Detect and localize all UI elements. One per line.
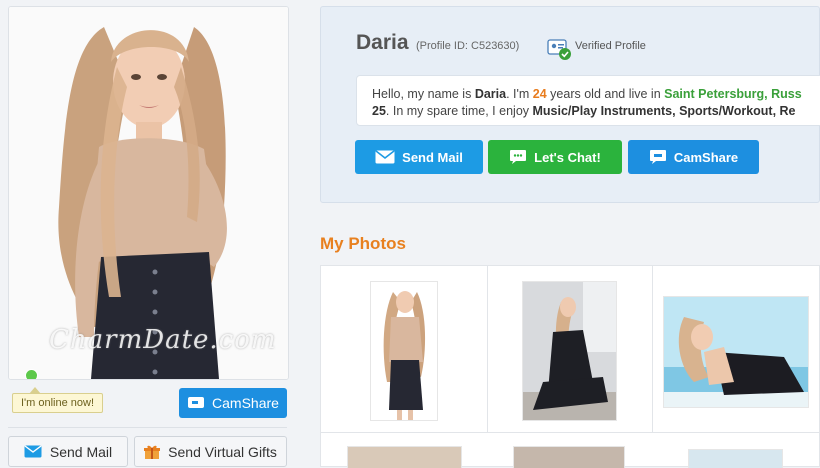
photo-3-image — [664, 297, 808, 407]
mail-icon — [24, 445, 42, 458]
online-indicator-icon — [25, 369, 38, 379]
online-status-tooltip: I'm online now! — [12, 387, 104, 413]
verified-profile-label: Verified Profile — [575, 40, 646, 52]
photo-thumbnail[interactable] — [370, 281, 438, 421]
camshare-label: CamShare — [673, 149, 739, 165]
profile-name: Daria — [356, 31, 409, 54]
camshare-icon — [187, 396, 205, 410]
lets-chat-button[interactable]: Let's Chat! — [488, 140, 622, 174]
send-virtual-gifts-button[interactable]: Send Virtual Gifts — [134, 436, 287, 467]
divider — [8, 427, 287, 428]
camshare-label: CamShare — [212, 395, 279, 411]
photos-grid — [320, 265, 820, 468]
photo-thumbnail[interactable] — [347, 446, 462, 468]
mail-icon — [375, 150, 395, 164]
photo-1-image — [383, 291, 426, 420]
send-mail-button[interactable]: Send Mail — [355, 140, 483, 174]
send-mail-button-left[interactable]: Send Mail — [8, 436, 128, 467]
camshare-icon — [649, 149, 667, 165]
profile-intro-text: Hello, my name is Daria. I'm 24 years ol… — [356, 75, 820, 126]
photo-thumbnail[interactable] — [688, 449, 783, 468]
send-virtual-gifts-label: Send Virtual Gifts — [168, 443, 277, 460]
main-profile-photo[interactable]: CharmDate.com — [8, 6, 289, 380]
camshare-button-left[interactable]: CamShare — [179, 388, 287, 418]
send-mail-label: Send Mail — [49, 443, 113, 460]
photo-thumbnail[interactable] — [663, 296, 809, 408]
send-mail-label: Send Mail — [402, 149, 463, 165]
gift-icon — [144, 444, 161, 460]
photo-2-image — [523, 282, 616, 420]
watermark-text: CharmDate.com — [49, 325, 277, 355]
profile-photo-image — [58, 27, 227, 379]
camshare-button[interactable]: CamShare — [628, 140, 759, 174]
chat-icon — [509, 149, 527, 165]
photo-thumbnail[interactable] — [522, 281, 617, 421]
profile-id: (Profile ID: C523630) — [416, 40, 520, 52]
my-photos-heading: My Photos — [320, 234, 406, 253]
verified-icon — [547, 37, 573, 66]
photo-thumbnail[interactable] — [513, 446, 625, 468]
lets-chat-label: Let's Chat! — [534, 149, 601, 165]
